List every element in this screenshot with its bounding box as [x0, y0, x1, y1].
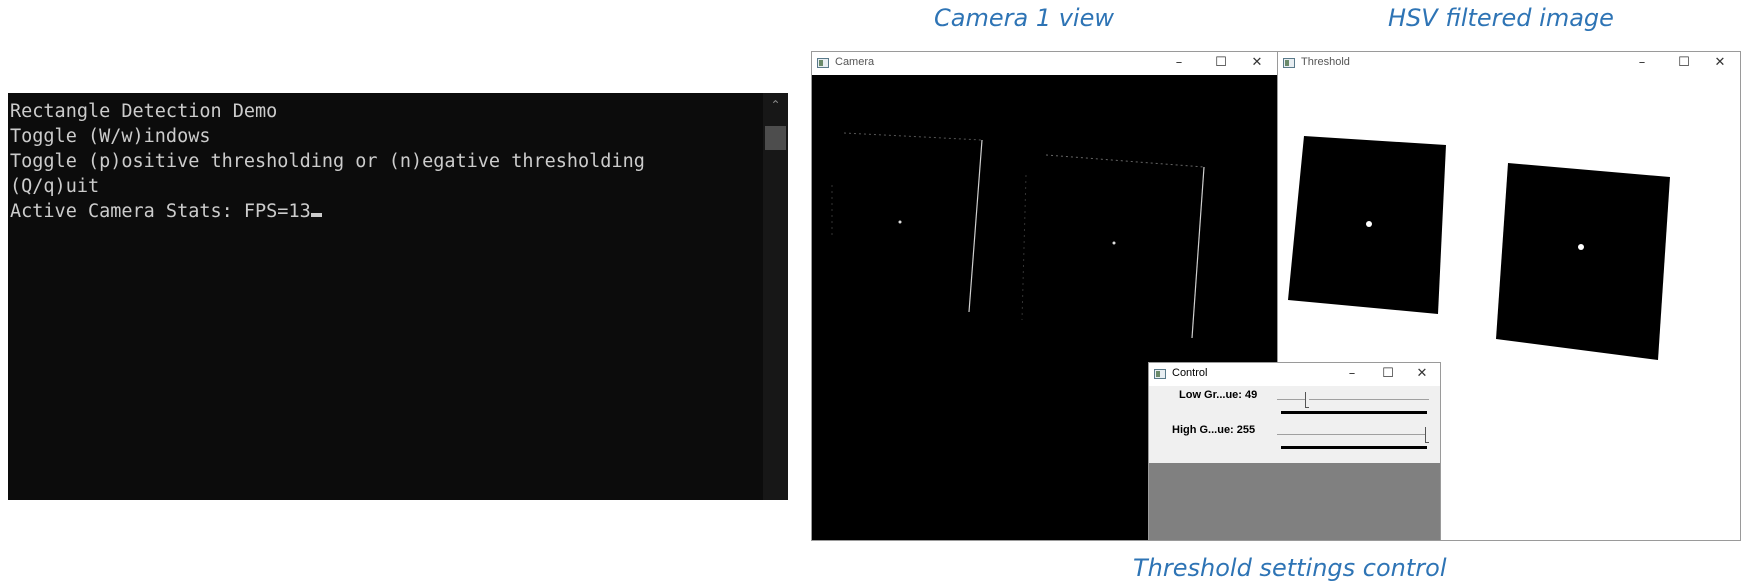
minimize-icon[interactable]: –: [1338, 364, 1366, 384]
low-green-label: Low Gr...ue: 49: [1179, 389, 1258, 401]
high-green-slider-bar[interactable]: [1281, 446, 1427, 449]
maximize-icon[interactable]: ☐: [1374, 364, 1402, 384]
close-icon[interactable]: ✕: [1408, 364, 1436, 384]
window-app-icon: [1154, 369, 1166, 379]
console-scrollbar[interactable]: ⌃: [763, 93, 788, 500]
low-green-slider-thumb[interactable]: [1305, 392, 1310, 408]
maximize-icon[interactable]: ☐: [1670, 53, 1698, 73]
threshold-window-title: Threshold: [1301, 56, 1350, 68]
threshold-titlebar[interactable]: Threshold – ☐ ✕: [1278, 52, 1740, 75]
filtered-rectangle-right: [1496, 163, 1670, 360]
console-line: Toggle (W/w)indows: [10, 126, 211, 147]
window-app-icon: [817, 58, 829, 68]
slider-area: Low Gr...ue: 49 High G...ue: 255: [1149, 386, 1440, 463]
close-icon[interactable]: ✕: [1243, 53, 1271, 73]
text-cursor: [310, 213, 322, 217]
console-line: Rectangle Detection Demo: [10, 101, 278, 122]
console-window[interactable]: Rectangle Detection Demo Toggle (W/w)ind…: [8, 93, 788, 500]
console-line: Active Camera Stats: FPS=13: [10, 201, 311, 222]
minimize-icon[interactable]: –: [1628, 53, 1656, 73]
threshold-control-caption: Threshold settings control: [1133, 554, 1447, 582]
scroll-up-arrow-icon[interactable]: ⌃: [763, 97, 788, 113]
control-window[interactable]: Control – ☐ ✕ Low Gr...ue: 49 High G...u…: [1148, 362, 1441, 541]
control-panel: Low Gr...ue: 49 High G...ue: 255: [1149, 386, 1440, 540]
control-window-title: Control: [1172, 367, 1208, 379]
hsv-filtered-caption: HSV filtered image: [1388, 4, 1614, 32]
scroll-thumb[interactable]: [765, 126, 786, 150]
camera-view-caption: Camera 1 view: [934, 4, 1114, 32]
close-icon[interactable]: ✕: [1706, 53, 1734, 73]
minimize-icon[interactable]: –: [1165, 53, 1193, 73]
camera-window-title: Camera: [835, 56, 875, 68]
console-line: (Q/q)uit: [10, 176, 100, 197]
console-output: Rectangle Detection Demo Toggle (W/w)ind…: [10, 99, 645, 224]
low-green-slider-bar[interactable]: [1281, 411, 1427, 414]
maximize-icon[interactable]: ☐: [1207, 53, 1235, 73]
high-green-track[interactable]: [1277, 434, 1429, 435]
high-green-slider-thumb[interactable]: [1425, 427, 1429, 443]
low-green-track[interactable]: [1277, 399, 1429, 400]
control-titlebar[interactable]: Control – ☐ ✕: [1149, 363, 1440, 386]
window-app-icon: [1283, 58, 1295, 68]
console-line: Toggle (p)ositive thresholding or (n)ega…: [10, 151, 645, 172]
high-green-label: High G...ue: 255: [1172, 424, 1256, 436]
camera-titlebar[interactable]: Camera – ☐ ✕: [812, 52, 1277, 75]
